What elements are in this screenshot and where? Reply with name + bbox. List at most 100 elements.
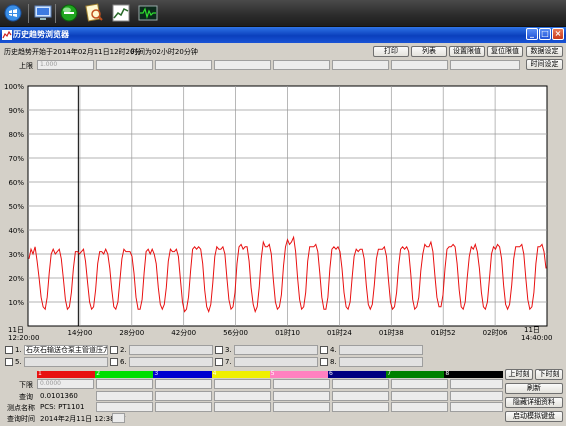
maximize-icon: □ — [541, 29, 549, 38]
maximize-button[interactable]: □ — [539, 28, 551, 40]
trend-chart[interactable]: 100% 90% 80% 70% 60% 50% 40% 30% 20% 10% 14分00 28分… — [0, 71, 566, 343]
lower-limit-field-8[interactable] — [450, 379, 503, 389]
query-field-7 — [391, 391, 448, 401]
upper-limit-field-1[interactable]: 1.000 — [37, 60, 94, 70]
query-field-5 — [273, 391, 330, 401]
reset-limit-button[interactable]: 复位限值 — [487, 46, 523, 57]
upper-limit-field-8[interactable] — [450, 60, 520, 70]
virtual-keyboard-button[interactable]: 启动模拟键盘 — [505, 411, 563, 422]
x-end-time: 14:40:00 — [521, 334, 552, 342]
refresh-button[interactable]: 刷新 — [505, 383, 563, 394]
channel-color-swatch — [95, 371, 154, 378]
lower-limit-label: 下限 — [19, 381, 33, 389]
channel-name-field[interactable] — [234, 357, 318, 367]
channel-name-field[interactable]: 石灰石输送仓泵主管道压力 — [24, 345, 108, 355]
channel-name-field[interactable] — [24, 357, 108, 367]
window-title: 历史趋势浏览器 — [13, 30, 69, 39]
taskbar — [0, 0, 566, 27]
channel-color-label: 6 — [329, 370, 333, 377]
channel-color-swatch — [328, 371, 387, 378]
channel-color-swatch — [153, 371, 213, 378]
lower-limit-field-3[interactable] — [155, 379, 212, 389]
channel-number: 4. — [330, 346, 337, 354]
x-tick-label: 28分00 — [119, 328, 144, 337]
x-end-day: 11日 — [524, 326, 540, 334]
channel-name-field[interactable] — [129, 345, 213, 355]
print-button[interactable]: 打印 — [373, 46, 409, 57]
channel-checkbox[interactable] — [215, 346, 223, 354]
lower-limit-field-2[interactable] — [96, 379, 153, 389]
set-limit-button[interactable]: 设置限值 — [449, 46, 485, 57]
channel-checkbox[interactable] — [5, 346, 13, 354]
previous-time-button[interactable]: 上时刻 — [505, 369, 533, 380]
channel-color-label: 2 — [96, 370, 101, 377]
oscilloscope-icon[interactable] — [138, 3, 158, 23]
query-value: 0.0101360 — [40, 392, 78, 400]
channel-name-field[interactable] — [129, 357, 213, 367]
upper-limit-field-4[interactable] — [214, 60, 271, 70]
point-name-value: PCS: PT1101 — [40, 403, 85, 411]
list-button[interactable]: 列表 — [411, 46, 447, 57]
window-titlebar: 历史趋势浏览器 _ □ × — [0, 27, 566, 43]
x-tick-label: 01时10 — [275, 328, 300, 337]
lower-limit-field-5[interactable] — [273, 379, 330, 389]
channel-color-label: 5 — [270, 370, 275, 377]
channel-number: 8. — [330, 358, 337, 366]
channel-checkbox[interactable] — [5, 358, 13, 366]
upper-limit-field-5[interactable] — [273, 60, 330, 70]
lower-limit-field-6[interactable] — [332, 379, 389, 389]
trend-chart-icon[interactable] — [111, 3, 131, 23]
green-circle-icon[interactable] — [59, 3, 79, 23]
channel-checkbox[interactable] — [320, 346, 328, 354]
upper-limit-field-2[interactable] — [96, 60, 153, 70]
channel-name-field[interactable] — [339, 357, 423, 367]
query-label: 查询 — [19, 393, 33, 401]
taskbar-separator — [55, 4, 56, 23]
monitor-icon[interactable] — [33, 3, 53, 23]
upper-limit-field-6[interactable] — [332, 60, 389, 70]
query-field-8 — [450, 391, 503, 401]
taskbar-separator — [28, 4, 29, 23]
y-tick-label: 90% — [8, 107, 24, 115]
minimize-button[interactable]: _ — [526, 28, 538, 40]
channel-checkbox[interactable] — [110, 346, 118, 354]
x-tick-label: 42分00 — [171, 328, 196, 337]
lower-limit-field-1[interactable]: 0.0000 — [37, 379, 94, 389]
channel-name-field[interactable] — [234, 345, 318, 355]
point-field-4 — [214, 402, 271, 412]
upper-limit-field-7[interactable] — [391, 60, 448, 70]
upper-limit-field-3[interactable] — [155, 60, 212, 70]
point-name-label: 测点名称 — [7, 404, 35, 412]
lower-limit-field-7[interactable] — [391, 379, 448, 389]
start-orb-icon[interactable] — [3, 3, 23, 23]
channel-checkbox[interactable] — [110, 358, 118, 366]
close-button[interactable]: × — [552, 28, 564, 40]
x-tick-label: 01时52 — [431, 328, 456, 337]
channel-number: 2. — [120, 346, 127, 354]
channel-number: 7. — [225, 358, 232, 366]
query-field-2 — [96, 391, 153, 401]
time-setting-button[interactable]: 时间设定 — [526, 59, 563, 70]
trend-start-text: 历史趋势开始于2014年02月11日12时20分 — [4, 48, 142, 56]
x-tick-label: 01时38 — [379, 328, 404, 337]
hide-details-button[interactable]: 隐藏详细资料 — [505, 397, 563, 408]
channel-name-field[interactable] — [339, 345, 423, 355]
channel-number: 3. — [225, 346, 232, 354]
channel-checkbox[interactable] — [320, 358, 328, 366]
y-tick-label: 40% — [8, 227, 24, 235]
channel-color-swatch — [444, 371, 504, 378]
point-field-6 — [332, 402, 389, 412]
y-tick-label: 50% — [8, 203, 24, 211]
y-tick-label: 30% — [8, 251, 24, 259]
x-tick-label: 02时06 — [483, 328, 508, 337]
next-time-button[interactable]: 下时刻 — [535, 369, 563, 380]
channel-checkbox[interactable] — [215, 358, 223, 366]
search-document-icon[interactable] — [84, 3, 104, 23]
channel-color-label: 8 — [445, 370, 450, 377]
y-tick-label: 60% — [8, 179, 24, 187]
data-setting-button[interactable]: 数据设定 — [526, 46, 563, 57]
query-field-6 — [332, 391, 389, 401]
query-field-3 — [155, 391, 212, 401]
lower-limit-field-4[interactable] — [214, 379, 271, 389]
channel-color-label: 1 — [38, 370, 42, 377]
